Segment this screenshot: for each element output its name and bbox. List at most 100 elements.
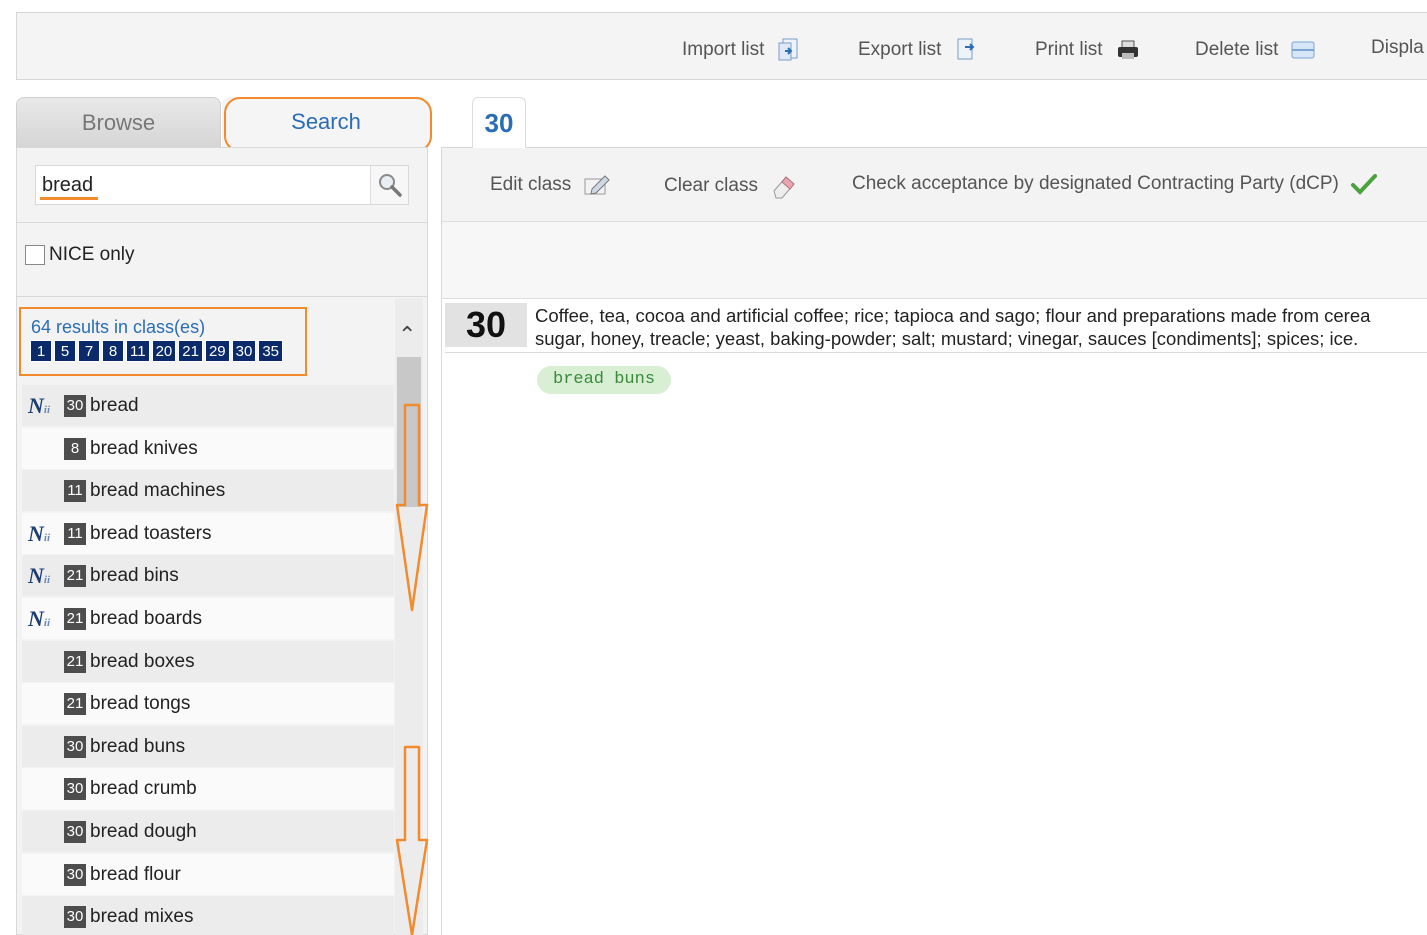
result-item[interactable]: Nii 11 bread toasters [22, 513, 394, 554]
divider [17, 296, 427, 297]
class-badge: 21 [64, 607, 86, 630]
print-list-button[interactable]: Print list [1035, 37, 1141, 63]
checkmark-icon [1350, 174, 1377, 195]
class-badge: 30 [64, 777, 86, 800]
nice-mark-icon: Nii [28, 605, 51, 631]
check-acceptance-button[interactable]: Check acceptance by designated Contracti… [852, 173, 1377, 195]
nice-mark-icon: Nii [28, 520, 51, 546]
result-label: bread crumb [90, 777, 197, 799]
clear-class-button[interactable]: Clear class [664, 173, 798, 199]
class-filter-chips: 1 5 7 8 11 20 21 29 30 35 [30, 340, 284, 362]
eraser-icon [773, 176, 795, 199]
class-chip[interactable]: 20 [151, 340, 177, 362]
selected-term-pill[interactable]: bread buns [537, 366, 672, 394]
search-highlight-underline [40, 197, 98, 200]
clear-class-label: Clear class [664, 175, 758, 196]
class-badge: 21 [64, 650, 86, 673]
result-label: bread mixes [90, 905, 194, 927]
result-label: bread knives [90, 437, 198, 459]
class-chip[interactable]: 1 [30, 340, 52, 362]
result-item[interactable]: 21 bread boxes [22, 641, 394, 682]
result-label: bread [90, 394, 139, 416]
class-badge: 21 [64, 692, 86, 715]
result-item[interactable]: 8 bread knives [22, 428, 394, 469]
class-heading: Coffee, tea, cocoa and artificial coffee… [535, 304, 1427, 350]
search-icon [378, 174, 402, 197]
printer-icon [1117, 40, 1138, 59]
scroll-up-chevron-icon[interactable]: ⌃ [398, 322, 416, 348]
result-item[interactable]: 30 bread mixes [22, 896, 394, 935]
result-label: bread bins [90, 564, 179, 586]
check-acceptance-label: Check acceptance by designated Contracti… [852, 173, 1339, 194]
divider [17, 222, 427, 223]
class-chip[interactable]: 29 [204, 340, 230, 362]
result-item[interactable]: Nii 30 bread [22, 385, 394, 426]
result-label: bread flour [90, 863, 181, 885]
nice-only-checkbox[interactable] [25, 245, 45, 265]
class-heading-line-1: Coffee, tea, cocoa and artificial coffee… [535, 305, 1371, 326]
class-chip[interactable]: 21 [178, 340, 203, 362]
class-chip[interactable]: 8 [102, 340, 124, 362]
delete-list-label: Delete list [1195, 39, 1279, 60]
edit-class-label: Edit class [490, 174, 572, 195]
result-label: bread tongs [90, 692, 191, 714]
tab-browse[interactable]: Browse [16, 97, 221, 147]
nice-mark-icon: Nii [28, 392, 51, 418]
class-badge: 11 [64, 522, 86, 545]
result-item[interactable]: 30 bread buns [22, 726, 394, 767]
nice-only-toggle[interactable]: NICE only [25, 244, 135, 266]
tab-browse-label: Browse [81, 110, 156, 135]
top-toolbar: Import list Export list Print list Delet… [16, 12, 1427, 80]
edit-icon [584, 175, 611, 195]
search-box [35, 165, 409, 205]
export-list-label: Export list [858, 39, 942, 60]
nice-mark-icon: Nii [28, 562, 51, 588]
class-list-panel: Edit class Clear class Check acceptance … [441, 147, 1427, 935]
result-item[interactable]: 21 bread tongs [22, 683, 394, 724]
search-button[interactable] [370, 166, 408, 204]
tab-class-30-label: 30 [484, 108, 514, 138]
class-badge: 30 [64, 820, 86, 843]
display-button[interactable]: Displa [1371, 37, 1424, 59]
print-list-label: Print list [1035, 39, 1103, 60]
tab-search[interactable]: Search [222, 97, 430, 147]
class-badge: 30 [64, 735, 86, 758]
class-chip[interactable]: 11 [126, 340, 150, 362]
tab-class-30[interactable]: 30 [472, 97, 526, 148]
result-item[interactable]: 11 bread machines [22, 470, 394, 511]
results-summary: 64 results in class(es) 1 5 7 8 11 20 21… [19, 307, 307, 376]
class-chip[interactable]: 7 [78, 340, 100, 362]
scrollbar-thumb[interactable] [397, 357, 421, 507]
result-label: bread toasters [90, 522, 212, 544]
result-item[interactable]: 30 bread crumb [22, 768, 394, 809]
import-list-button[interactable]: Import list [682, 37, 802, 63]
result-item[interactable]: Nii 21 bread bins [22, 555, 394, 596]
nice-only-label: NICE only [49, 244, 135, 265]
display-label: Displa [1371, 37, 1424, 58]
delete-icon [1291, 41, 1315, 59]
results-count: 64 results in class(es) [31, 317, 206, 337]
result-item[interactable]: Nii 21 bread boards [22, 598, 394, 639]
class-badge: 30 [64, 394, 86, 417]
edit-class-button[interactable]: Edit class [490, 173, 611, 197]
class-chip[interactable]: 5 [54, 340, 76, 362]
class-number: 30 [445, 303, 527, 347]
class-chip[interactable]: 30 [231, 340, 257, 362]
class-badge: 21 [64, 564, 86, 587]
import-icon [778, 38, 798, 61]
result-label: bread dough [90, 820, 197, 842]
result-label: bread boards [90, 607, 202, 629]
export-icon [957, 38, 975, 60]
toolbar-spacer [442, 222, 1427, 299]
result-item[interactable]: 30 bread flour [22, 854, 394, 895]
class-badge: 11 [64, 479, 86, 502]
result-item[interactable]: 30 bread dough [22, 811, 394, 852]
export-list-button[interactable]: Export list [858, 37, 979, 63]
class-chip[interactable]: 35 [258, 340, 284, 362]
result-label: bread machines [90, 479, 226, 501]
class-badge: 30 [64, 863, 86, 886]
delete-list-button[interactable]: Delete list [1195, 37, 1316, 63]
divider [445, 352, 1427, 353]
result-label: bread buns [90, 735, 186, 757]
class-badge: 8 [64, 437, 86, 460]
